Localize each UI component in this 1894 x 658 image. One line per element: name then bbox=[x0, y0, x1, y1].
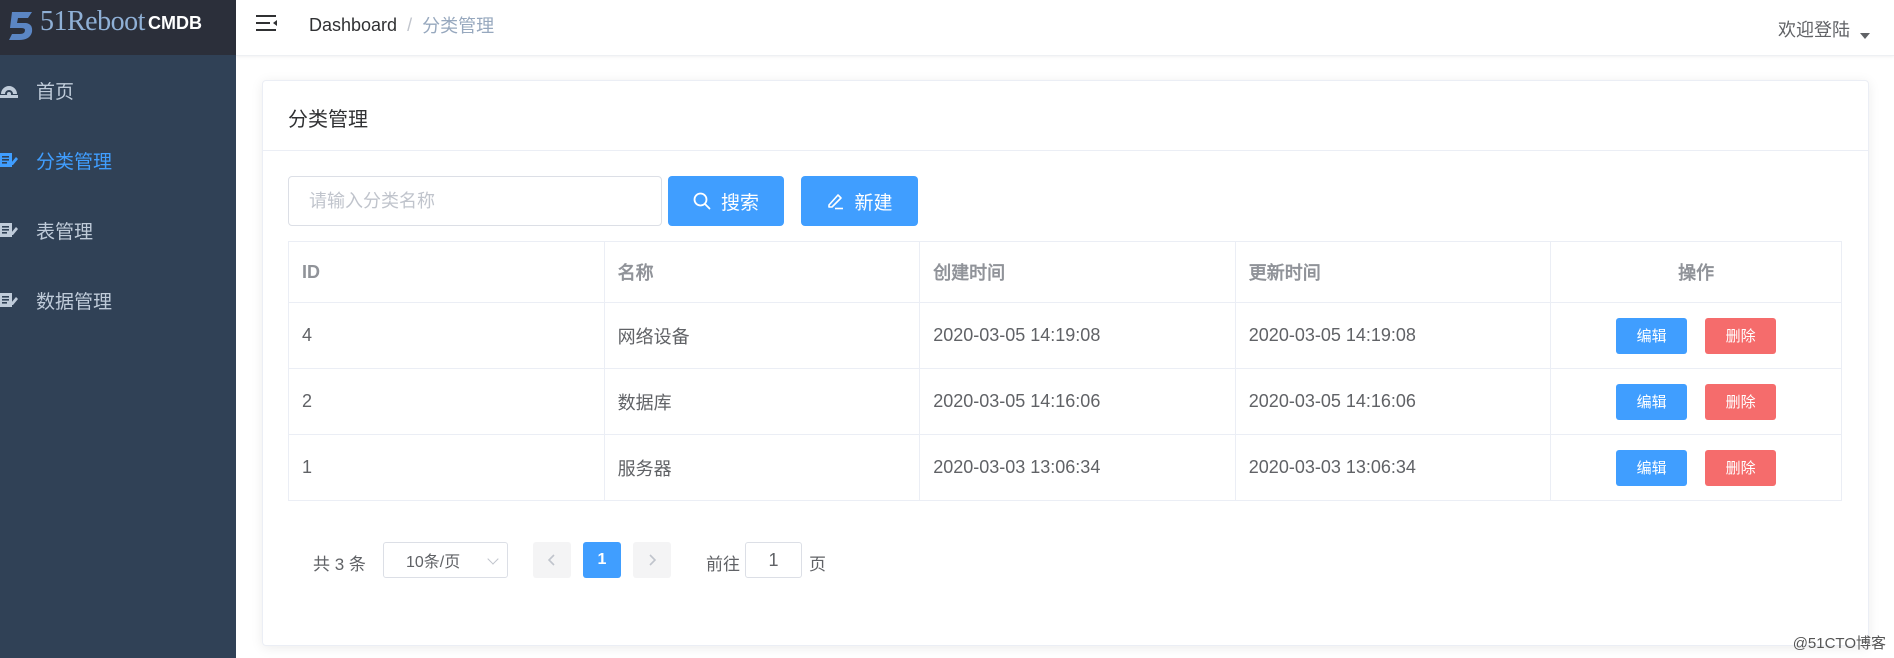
prev-page-button[interactable] bbox=[533, 542, 571, 578]
pagination: 共 3 条 10条/页 1 前往 页 bbox=[263, 542, 1868, 578]
edit-doc-icon bbox=[0, 293, 18, 307]
search-icon bbox=[693, 192, 711, 210]
table-header: ID 名称 创建时间 更新时间 操作 bbox=[289, 242, 1841, 302]
user-dropdown[interactable]: 欢迎登陆 bbox=[1778, 16, 1870, 42]
cell-updated: 2020-03-03 13:06:34 bbox=[1236, 435, 1552, 500]
column-header-id: ID bbox=[289, 242, 605, 302]
user-label: 欢迎登陆 bbox=[1778, 20, 1850, 40]
delete-button[interactable]: 删除 bbox=[1705, 317, 1777, 354]
breadcrumb: Dashboard / 分类管理 bbox=[309, 12, 494, 38]
cell-name: 网络设备 bbox=[605, 303, 921, 368]
cell-updated: 2020-03-05 14:19:08 bbox=[1236, 303, 1552, 368]
dashboard-icon bbox=[0, 86, 18, 98]
edit-doc-icon bbox=[0, 153, 18, 167]
cell-updated: 2020-03-05 14:16:06 bbox=[1236, 369, 1552, 434]
card-header: 分类管理 bbox=[263, 81, 1868, 151]
breadcrumb-current: 分类管理 bbox=[422, 16, 495, 36]
delete-button[interactable]: 删除 bbox=[1705, 449, 1777, 486]
caret-down-icon bbox=[1860, 33, 1870, 39]
app-name: CMDB bbox=[148, 13, 202, 33]
category-card: 分类管理 搜索 新建 ID 名称 创建时间 更新时间 操作 4 网络设备 202… bbox=[262, 80, 1869, 646]
column-header-updated: 更新时间 bbox=[1236, 242, 1552, 302]
logo-icon bbox=[9, 12, 33, 40]
pagination-total: 共 3 条 bbox=[313, 555, 366, 574]
search-button[interactable]: 搜索 bbox=[668, 176, 784, 226]
cell-name: 数据库 bbox=[605, 369, 921, 434]
sidebar-item-label: 数据管理 bbox=[36, 291, 113, 313]
column-header-actions: 操作 bbox=[1678, 263, 1715, 283]
sidebar-item-label: 首页 bbox=[36, 81, 75, 103]
cell-id: 1 bbox=[289, 435, 605, 500]
edit-button[interactable]: 编辑 bbox=[1616, 317, 1688, 354]
cell-created: 2020-03-03 13:06:34 bbox=[920, 435, 1236, 500]
page-size-value: 10条/页 bbox=[406, 554, 461, 571]
sidebar-item-category[interactable]: 分类管理 bbox=[0, 132, 236, 188]
next-page-button[interactable] bbox=[633, 542, 671, 578]
category-search-input[interactable] bbox=[288, 176, 662, 226]
sidebar-item-label: 表管理 bbox=[36, 221, 94, 243]
breadcrumb-dashboard[interactable]: Dashboard bbox=[309, 15, 397, 36]
edit-button[interactable]: 编辑 bbox=[1616, 449, 1688, 486]
cell-id: 4 bbox=[289, 303, 605, 368]
goto-unit: 页 bbox=[809, 555, 826, 574]
logo-bar: 51Reboot CMDB bbox=[0, 0, 236, 55]
category-table: ID 名称 创建时间 更新时间 操作 4 网络设备 2020-03-05 14:… bbox=[288, 241, 1842, 501]
edit-icon bbox=[828, 194, 844, 210]
cell-actions: 编辑 删除 bbox=[1551, 435, 1841, 500]
hamburger-menu-icon[interactable] bbox=[256, 13, 278, 33]
breadcrumb-separator: / bbox=[407, 14, 413, 35]
cell-id: 2 bbox=[289, 369, 605, 434]
chevron-right-icon bbox=[649, 554, 657, 566]
column-header-name: 名称 bbox=[605, 242, 921, 302]
delete-button[interactable]: 删除 bbox=[1705, 383, 1777, 420]
page-number-1[interactable]: 1 bbox=[583, 542, 621, 578]
goto-label: 前往 bbox=[706, 555, 740, 574]
table-row: 1 服务器 2020-03-03 13:06:34 2020-03-03 13:… bbox=[289, 434, 1841, 500]
logo-text: 51Reboot bbox=[40, 6, 145, 37]
sidebar-item-home[interactable]: 首页 bbox=[0, 62, 236, 118]
sidebar: 51Reboot CMDB 首页 分类管理 表管理 数据管理 bbox=[0, 0, 236, 658]
chevron-left-icon bbox=[547, 554, 555, 566]
chevron-down-icon bbox=[487, 553, 499, 565]
sidebar-item-label: 分类管理 bbox=[36, 151, 113, 173]
cell-actions: 编辑 删除 bbox=[1551, 303, 1841, 368]
search-button-label: 搜索 bbox=[720, 192, 759, 214]
cell-created: 2020-03-05 14:16:06 bbox=[920, 369, 1236, 434]
cell-actions: 编辑 删除 bbox=[1551, 369, 1841, 434]
sidebar-item-tables[interactable]: 表管理 bbox=[0, 202, 236, 258]
column-header-created: 创建时间 bbox=[920, 242, 1236, 302]
card-title: 分类管理 bbox=[288, 109, 368, 131]
page-size-select[interactable]: 10条/页 bbox=[383, 542, 508, 578]
sidebar-item-data[interactable]: 数据管理 bbox=[0, 272, 236, 328]
cell-created: 2020-03-05 14:19:08 bbox=[920, 303, 1236, 368]
table-row: 4 网络设备 2020-03-05 14:19:08 2020-03-05 14… bbox=[289, 302, 1841, 368]
goto-page-input[interactable] bbox=[745, 542, 802, 578]
top-navbar: Dashboard / 分类管理 欢迎登陆 bbox=[236, 0, 1894, 56]
edit-doc-icon bbox=[0, 223, 18, 237]
edit-button[interactable]: 编辑 bbox=[1616, 383, 1688, 420]
new-category-button[interactable]: 新建 bbox=[801, 176, 918, 226]
new-button-label: 新建 bbox=[854, 192, 893, 214]
watermark: @51CTO博客 bbox=[1792, 635, 1886, 652]
table-row: 2 数据库 2020-03-05 14:16:06 2020-03-05 14:… bbox=[289, 368, 1841, 434]
cell-name: 服务器 bbox=[605, 435, 921, 500]
